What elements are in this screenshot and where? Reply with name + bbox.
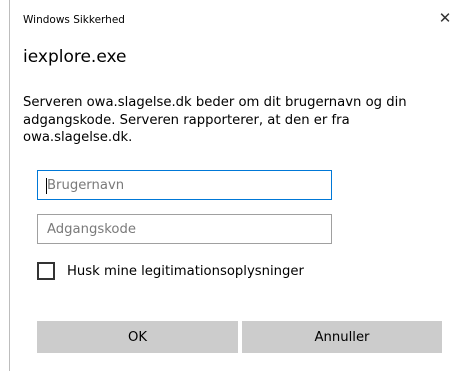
credentials-dialog: Windows Sikkerhed ✕ iexplore.exe Servere… [0, 0, 459, 371]
password-field[interactable]: Adgangskode [37, 214, 332, 244]
remember-label[interactable]: Husk mine legitimationsoplysninger [67, 264, 304, 279]
close-icon[interactable]: ✕ [436, 9, 454, 27]
ok-button[interactable]: OK [37, 321, 238, 353]
dialog-edge [9, 0, 10, 371]
username-field[interactable]: Brugernavn [37, 170, 332, 200]
password-placeholder: Adgangskode [47, 221, 136, 237]
app-title: iexplore.exe [23, 47, 127, 67]
dialog-caption: Windows Sikkerhed [23, 14, 125, 26]
dialog-message: Serveren owa.slagelse.dk beder om dit br… [23, 95, 407, 145]
text-caret [46, 178, 47, 194]
remember-checkbox[interactable] [37, 262, 55, 280]
remember-credentials-row[interactable]: Husk mine legitimationsoplysninger [37, 261, 304, 281]
username-placeholder: Brugernavn [47, 177, 125, 193]
cancel-button[interactable]: Annuller [242, 321, 442, 353]
